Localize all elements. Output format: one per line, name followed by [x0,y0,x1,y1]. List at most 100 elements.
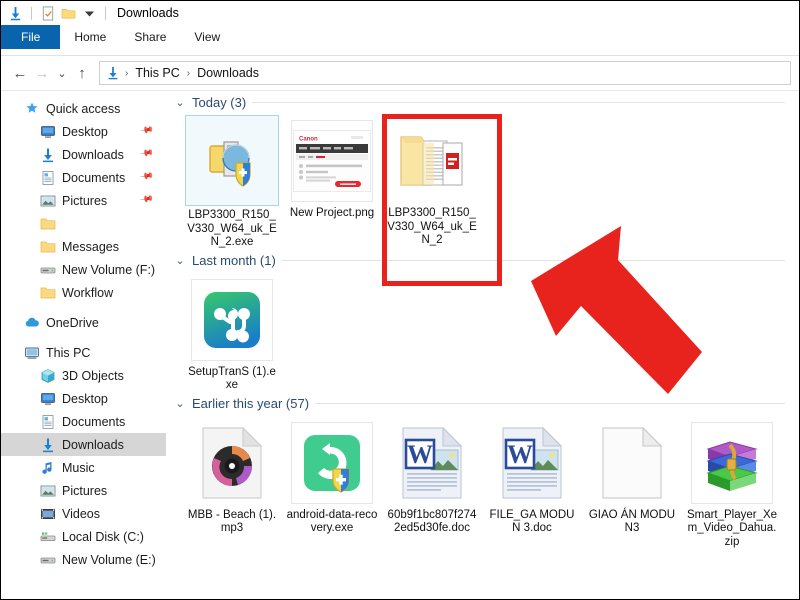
sidebar-item-local-disk-c[interactable]: Local Disk (C:) [1,525,166,548]
downloads-icon[interactable] [7,5,24,22]
word-doc-icon: W [492,423,572,503]
group-header[interactable]: ⌄ Today (3) [174,91,799,113]
tab-home[interactable]: Home [60,25,120,49]
videos-icon [39,505,56,522]
chevron-down-icon[interactable] [81,5,98,22]
music-icon [39,459,56,476]
group-title: Today (3) [192,95,246,110]
file-thumbnail-wrap [385,115,479,204]
sidebar-item-label: Downloads [62,148,124,162]
sidebar-item-onedrive[interactable]: OneDrive [1,311,166,334]
drive-icon [39,551,56,568]
file-item[interactable]: Smart_Player_Xem_Video_Dahua.zip [684,415,780,550]
word-doc-icon: W [392,423,472,503]
sidebar-item-quick-access[interactable]: Quick access [1,97,166,120]
group-title: Earlier this year (57) [192,396,309,411]
file-row: SetupTranS (1).exe [174,272,799,393]
file-thumbnail-wrap: Canon [285,115,379,204]
sidebar-item-3d-objects[interactable]: 3D Objects [1,364,166,387]
downloads-icon [39,436,56,453]
back-button[interactable]: ← [9,62,31,84]
file-item[interactable]: LBP3300_R150_V330_W64_uk_EN_2.exe [184,113,280,250]
file-item[interactable]: android-data-recovery.exe [284,415,380,550]
group-header[interactable]: ⌄Last month (1) [174,250,799,272]
file-item[interactable]: WFILE_GA MODUN 3.doc [484,415,580,550]
pin-icon[interactable]: 📌 [139,169,154,184]
chevron-down-icon[interactable]: ⌄ [174,96,186,109]
blank-file-icon [592,423,672,503]
sidebar-item-label: OneDrive [46,316,99,330]
pictures-icon [39,192,56,209]
sidebar-item-label: Documents [62,415,125,429]
file-icon [191,121,273,203]
sidebar-item-new-volume-f[interactable]: New Volume (F:) [1,258,166,281]
navigation-pane[interactable]: Quick accessDesktop📌Downloads📌Documents📌… [1,91,166,599]
local-disk-icon [39,528,56,545]
sidebar-item-new-volume-e[interactable]: New Volume (E:) [1,548,166,571]
sidebar-item-this-pc[interactable]: This PC [1,341,166,364]
file-group: ⌄ Today (3) LBP3300_R150_V330_W64_uk_EN_2.… [166,91,799,250]
breadcrumb-item-downloads[interactable]: Downloads [195,66,261,80]
group-divider [252,102,785,103]
recent-locations-button[interactable]: ⌄ [53,62,71,84]
sidebar-item-label: Local Disk (C:) [62,530,144,544]
file-item[interactable]: CanonNew Project.png [284,113,380,250]
sidebar-item-pictures[interactable]: Pictures [1,479,166,502]
sidebar-item-downloads[interactable]: Downloads [1,433,166,456]
sidebar-item-videos[interactable]: Videos [1,502,166,525]
file-item[interactable]: LBP3300_R150_V330_W64_uk_EN_2 [384,113,480,250]
sidebar-item-documents[interactable]: Documents [1,410,166,433]
file-item[interactable]: W60b9f1bc807f2742ed5d30fe.doc [384,415,480,550]
file-thumbnail-wrap: W [485,417,579,506]
chevron-down-icon[interactable]: ⌄ [174,254,186,267]
new-folder-icon[interactable] [60,5,77,22]
sidebar-item-messages[interactable]: Messages [1,235,166,258]
forward-button[interactable]: → [31,62,53,84]
file-list-pane[interactable]: ⌄ Today (3) LBP3300_R150_V330_W64_uk_EN_2.… [166,91,799,599]
pin-icon[interactable]: 📌 [139,123,154,138]
group-header[interactable]: ⌄ Earlier this year (57) [174,393,799,415]
sidebar-item-downloads[interactable]: Downloads 📌 [1,143,166,166]
folder-icon [39,284,56,301]
sidebar-item-desktop[interactable]: Desktop 📌 [1,120,166,143]
toolbar-separator [31,7,32,20]
sidebar-item-documents[interactable]: Documents📌 [1,166,166,189]
file-item[interactable]: MBB - Beach (1).mp3 [184,415,280,550]
sidebar-item-pictures[interactable]: Pictures 📌 [1,189,166,212]
sidebar-item-label: Videos [62,507,100,521]
image-thumbnail-canon: Canon [292,121,372,201]
breadcrumb-item-this-pc[interactable]: This PC [133,66,181,80]
sidebar-item-label: Pictures [62,194,107,208]
svg-text:W: W [507,440,533,469]
sidebar-item-label: Desktop [62,125,108,139]
sidebar-item-music[interactable]: Music [1,456,166,479]
pin-icon[interactable]: 📌 [139,146,154,161]
file-icon [191,422,273,504]
file-thumbnail-wrap [685,417,779,506]
file-icon [591,422,673,504]
quick-access-toolbar [7,5,109,22]
tab-view[interactable]: View [180,25,234,49]
file-item[interactable]: GIAO ÁN MODUN3 [584,415,680,550]
up-button[interactable]: ↑ [71,62,93,84]
file-thumbnail-wrap [585,417,679,506]
sidebar-item-desktop[interactable]: Desktop [1,387,166,410]
setuptrans-icon [192,280,272,360]
sidebar-item-label: Messages [62,240,119,254]
chevron-down-icon[interactable]: ⌄ [174,397,186,410]
window-title: Downloads [117,6,179,20]
3d-objects-icon [39,367,56,384]
file-explorer-window: Downloads File Home Share View ← → ⌄ ↑ ›… [0,0,800,600]
sidebar-item-label: Desktop [62,392,108,406]
tab-file[interactable]: File [1,25,60,49]
breadcrumb[interactable]: › This PC › Downloads [99,61,791,85]
svg-text:Canon: Canon [299,137,318,143]
sidebar-item-folder[interactable] [1,212,166,235]
file-item[interactable]: SetupTranS (1).exe [184,272,280,393]
sidebar-item-label: This PC [46,346,90,360]
properties-icon[interactable] [39,5,56,22]
pin-icon[interactable]: 📌 [139,192,154,207]
breadcrumb-separator-1: › [123,68,130,79]
sidebar-item-workflow[interactable]: Workflow [1,281,166,304]
tab-share[interactable]: Share [120,25,180,49]
